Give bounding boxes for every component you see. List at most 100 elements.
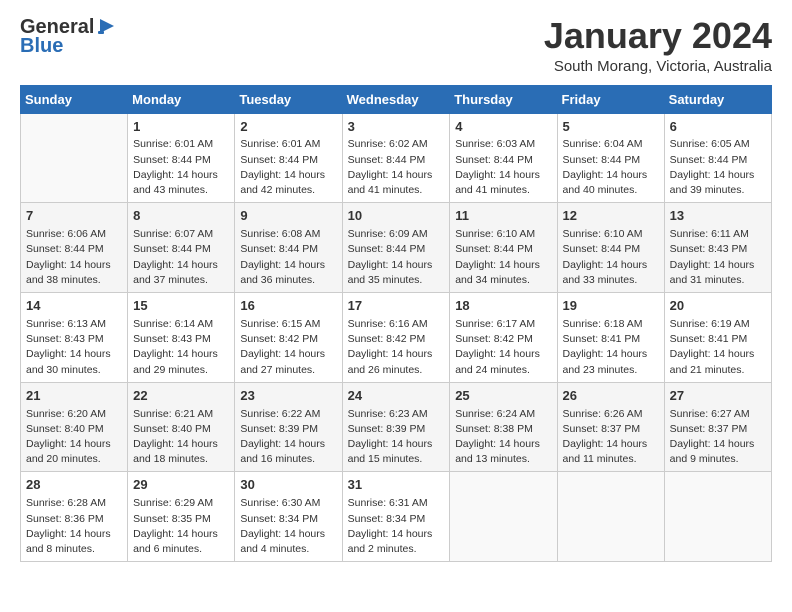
sunrise-text: Sunrise: 6:10 AM bbox=[563, 228, 643, 240]
logo: General Blue bbox=[20, 16, 118, 58]
daylight-text: Daylight: 14 hours and 41 minutes. bbox=[348, 169, 433, 196]
day-number: 20 bbox=[670, 297, 766, 316]
calendar-cell: 29Sunrise: 6:29 AMSunset: 8:35 PMDayligh… bbox=[128, 472, 235, 562]
calendar-cell: 10Sunrise: 6:09 AMSunset: 8:44 PMDayligh… bbox=[342, 203, 450, 293]
sunset-text: Sunset: 8:44 PM bbox=[455, 243, 533, 255]
day-number: 15 bbox=[133, 297, 229, 316]
sunrise-text: Sunrise: 6:23 AM bbox=[348, 408, 428, 420]
day-number: 31 bbox=[348, 476, 445, 495]
weekday-header: Saturday bbox=[664, 85, 771, 113]
sunset-text: Sunset: 8:41 PM bbox=[563, 333, 641, 345]
sunset-text: Sunset: 8:43 PM bbox=[133, 333, 211, 345]
calendar-cell: 15Sunrise: 6:14 AMSunset: 8:43 PMDayligh… bbox=[128, 293, 235, 383]
weekday-header: Thursday bbox=[450, 85, 557, 113]
calendar-cell bbox=[450, 472, 557, 562]
day-number: 29 bbox=[133, 476, 229, 495]
day-number: 28 bbox=[26, 476, 122, 495]
sunrise-text: Sunrise: 6:02 AM bbox=[348, 138, 428, 150]
daylight-text: Daylight: 14 hours and 40 minutes. bbox=[563, 169, 648, 196]
sunrise-text: Sunrise: 6:06 AM bbox=[26, 228, 106, 240]
calendar-week-row: 14 Sunrise: 6:13 AM Sunset: 8:43 PM Dayligh… bbox=[21, 293, 772, 383]
sunrise-text: Sunrise: 6:26 AM bbox=[563, 408, 643, 420]
calendar-cell: 31Sunrise: 6:31 AMSunset: 8:34 PMDayligh… bbox=[342, 472, 450, 562]
daylight-text: Daylight: 14 hours and 20 minutes. bbox=[26, 438, 111, 465]
location-title: South Morang, Victoria, Australia bbox=[544, 58, 772, 75]
sunset-text: Sunset: 8:44 PM bbox=[455, 154, 533, 166]
calendar-cell: 5Sunrise: 6:04 AMSunset: 8:44 PMDaylight… bbox=[557, 113, 664, 203]
daylight-text: Daylight: 14 hours and 26 minutes. bbox=[348, 348, 433, 375]
calendar-week-row: 28 Sunrise: 6:28 AM Sunset: 8:36 PM Dayligh… bbox=[21, 472, 772, 562]
sunrise-text: Sunrise: 6:07 AM bbox=[133, 228, 213, 240]
sunrise-text: Sunrise: 6:13 AM bbox=[26, 318, 106, 330]
calendar-cell: 24Sunrise: 6:23 AMSunset: 8:39 PMDayligh… bbox=[342, 382, 450, 472]
daylight-text: Daylight: 14 hours and 41 minutes. bbox=[455, 169, 540, 196]
calendar-cell: 17Sunrise: 6:16 AMSunset: 8:42 PMDayligh… bbox=[342, 293, 450, 383]
daylight-text: Daylight: 14 hours and 27 minutes. bbox=[240, 348, 325, 375]
calendar-cell: 22Sunrise: 6:21 AMSunset: 8:40 PMDayligh… bbox=[128, 382, 235, 472]
sunrise-text: Sunrise: 6:22 AM bbox=[240, 408, 320, 420]
sunrise-text: Sunrise: 6:17 AM bbox=[455, 318, 535, 330]
calendar-cell: 30Sunrise: 6:30 AMSunset: 8:34 PMDayligh… bbox=[235, 472, 342, 562]
daylight-text: Daylight: 14 hours and 42 minutes. bbox=[240, 169, 325, 196]
calendar-week-row: 1Sunrise: 6:01 AMSunset: 8:44 PMDaylight… bbox=[21, 113, 772, 203]
day-number: 19 bbox=[563, 297, 659, 316]
day-number: 9 bbox=[240, 207, 336, 226]
sunrise-text: Sunrise: 6:15 AM bbox=[240, 318, 320, 330]
calendar-cell: 9Sunrise: 6:08 AMSunset: 8:44 PMDaylight… bbox=[235, 203, 342, 293]
calendar-cell: 4Sunrise: 6:03 AMSunset: 8:44 PMDaylight… bbox=[450, 113, 557, 203]
daylight-text: Daylight: 14 hours and 31 minutes. bbox=[670, 259, 755, 286]
sunrise-text: Sunrise: 6:19 AM bbox=[670, 318, 750, 330]
daylight-text: Daylight: 14 hours and 35 minutes. bbox=[348, 259, 433, 286]
sunset-text: Sunset: 8:44 PM bbox=[26, 243, 104, 255]
weekday-header: Sunday bbox=[21, 85, 128, 113]
sunset-text: Sunset: 8:42 PM bbox=[348, 333, 426, 345]
daylight-text: Daylight: 14 hours and 38 minutes. bbox=[26, 259, 111, 286]
sunrise-text: Sunrise: 6:27 AM bbox=[670, 408, 750, 420]
day-number: 11 bbox=[455, 207, 551, 226]
calendar-cell: 3Sunrise: 6:02 AMSunset: 8:44 PMDaylight… bbox=[342, 113, 450, 203]
day-number: 14 bbox=[26, 297, 122, 316]
sunset-text: Sunset: 8:35 PM bbox=[133, 513, 211, 525]
day-number: 1 bbox=[133, 118, 229, 137]
calendar-cell: 2Sunrise: 6:01 AMSunset: 8:44 PMDaylight… bbox=[235, 113, 342, 203]
sunset-text: Sunset: 8:44 PM bbox=[240, 154, 318, 166]
calendar-cell: 16Sunrise: 6:15 AMSunset: 8:42 PMDayligh… bbox=[235, 293, 342, 383]
sunrise-text: Sunrise: 6:11 AM bbox=[670, 228, 749, 240]
sunrise-text: Sunrise: 6:01 AM bbox=[240, 138, 320, 150]
daylight-text: Daylight: 14 hours and 43 minutes. bbox=[133, 169, 218, 196]
daylight-text: Daylight: 14 hours and 6 minutes. bbox=[133, 528, 218, 555]
day-number: 24 bbox=[348, 387, 445, 406]
sunrise-text: Sunrise: 6:28 AM bbox=[26, 497, 106, 509]
day-number: 27 bbox=[670, 387, 766, 406]
day-number: 18 bbox=[455, 297, 551, 316]
daylight-text: Daylight: 14 hours and 13 minutes. bbox=[455, 438, 540, 465]
daylight-text: Daylight: 14 hours and 2 minutes. bbox=[348, 528, 433, 555]
day-number: 4 bbox=[455, 118, 551, 137]
calendar-cell: 28Sunrise: 6:28 AMSunset: 8:36 PMDayligh… bbox=[21, 472, 128, 562]
sunset-text: Sunset: 8:43 PM bbox=[670, 243, 748, 255]
daylight-text: Daylight: 14 hours and 37 minutes. bbox=[133, 259, 218, 286]
daylight-text: Daylight: 14 hours and 4 minutes. bbox=[240, 528, 325, 555]
day-number: 30 bbox=[240, 476, 336, 495]
title-block: January 2024 South Morang, Victoria, Aus… bbox=[544, 16, 772, 75]
sunset-text: Sunset: 8:44 PM bbox=[348, 243, 426, 255]
sunset-text: Sunset: 8:36 PM bbox=[26, 513, 104, 525]
sunrise-text: Sunrise: 6:31 AM bbox=[348, 497, 428, 509]
daylight-text: Daylight: 14 hours and 24 minutes. bbox=[455, 348, 540, 375]
daylight-text: Daylight: 14 hours and 39 minutes. bbox=[670, 169, 755, 196]
sunset-text: Sunset: 8:43 PM bbox=[26, 333, 104, 345]
calendar-cell: 14Sunrise: 6:13 AMSunset: 8:43 PMDayligh… bbox=[21, 293, 128, 383]
daylight-text: Daylight: 14 hours and 29 minutes. bbox=[133, 348, 218, 375]
calendar-cell: 7Sunrise: 6:06 AMSunset: 8:44 PMDaylight… bbox=[21, 203, 128, 293]
calendar-cell: 23Sunrise: 6:22 AMSunset: 8:39 PMDayligh… bbox=[235, 382, 342, 472]
sunrise-text: Sunrise: 6:01 AM bbox=[133, 138, 213, 150]
calendar-cell bbox=[557, 472, 664, 562]
sunrise-text: Sunrise: 6:20 AM bbox=[26, 408, 106, 420]
sunset-text: Sunset: 8:39 PM bbox=[348, 423, 426, 435]
calendar-cell: 6Sunrise: 6:05 AMSunset: 8:44 PMDaylight… bbox=[664, 113, 771, 203]
sunrise-text: Sunrise: 6:24 AM bbox=[455, 408, 535, 420]
day-number: 22 bbox=[133, 387, 229, 406]
sunset-text: Sunset: 8:40 PM bbox=[133, 423, 211, 435]
daylight-text: Daylight: 14 hours and 21 minutes. bbox=[670, 348, 755, 375]
calendar-cell: 18Sunrise: 6:17 AMSunset: 8:42 PMDayligh… bbox=[450, 293, 557, 383]
